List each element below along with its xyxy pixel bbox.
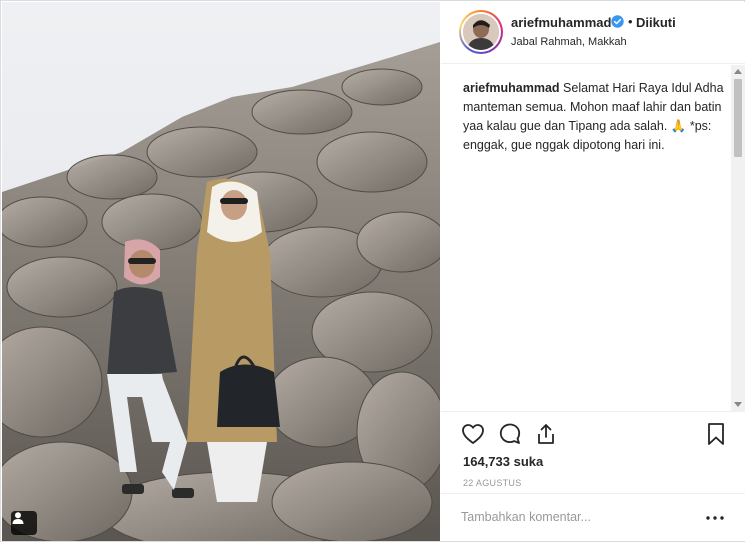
verified-badge-icon <box>611 15 624 28</box>
scroll-up-arrow-icon[interactable] <box>734 69 742 74</box>
comment-bubble-icon[interactable] <box>496 420 524 448</box>
comment-input[interactable] <box>461 510 691 524</box>
post-location[interactable]: Jabal Rahmah, Makkah <box>511 36 627 48</box>
post-photo[interactable] <box>2 2 440 541</box>
post-date[interactable]: 22 AGUSTUS <box>463 478 522 488</box>
avatar[interactable] <box>459 10 503 54</box>
photo-scene <box>2 2 440 541</box>
heart-icon[interactable] <box>459 420 487 448</box>
comments-area: ariefmuhammad Selamat Hari Raya Idul Adh… <box>441 65 745 411</box>
instagram-post: ariefmuhammad • Diikuti Jabal Rahmah, Ma… <box>0 0 745 542</box>
scroll-down-arrow-icon[interactable] <box>734 402 742 407</box>
post-sidebar: ariefmuhammad • Diikuti Jabal Rahmah, Ma… <box>441 2 745 541</box>
add-comment-section <box>441 493 745 541</box>
follow-button[interactable]: Diikuti <box>636 15 676 30</box>
scroll-thumb[interactable] <box>734 79 742 157</box>
post-header: ariefmuhammad • Diikuti Jabal Rahmah, Ma… <box>441 2 745 64</box>
author-username[interactable]: ariefmuhammad <box>511 15 611 30</box>
header-separator: • <box>628 14 633 29</box>
post-actions: 164,733 suka 22 AGUSTUS <box>441 411 745 491</box>
bookmark-icon[interactable] <box>702 420 730 448</box>
share-icon[interactable] <box>532 420 560 448</box>
post-caption: ariefmuhammad Selamat Hari Raya Idul Adh… <box>463 79 725 155</box>
more-options-icon[interactable] <box>703 506 727 530</box>
comments-scrollbar[interactable] <box>731 65 745 411</box>
tagged-user-icon[interactable] <box>11 511 37 535</box>
likes-count[interactable]: 164,733 suka <box>463 454 543 469</box>
caption-username[interactable]: ariefmuhammad <box>463 81 560 95</box>
